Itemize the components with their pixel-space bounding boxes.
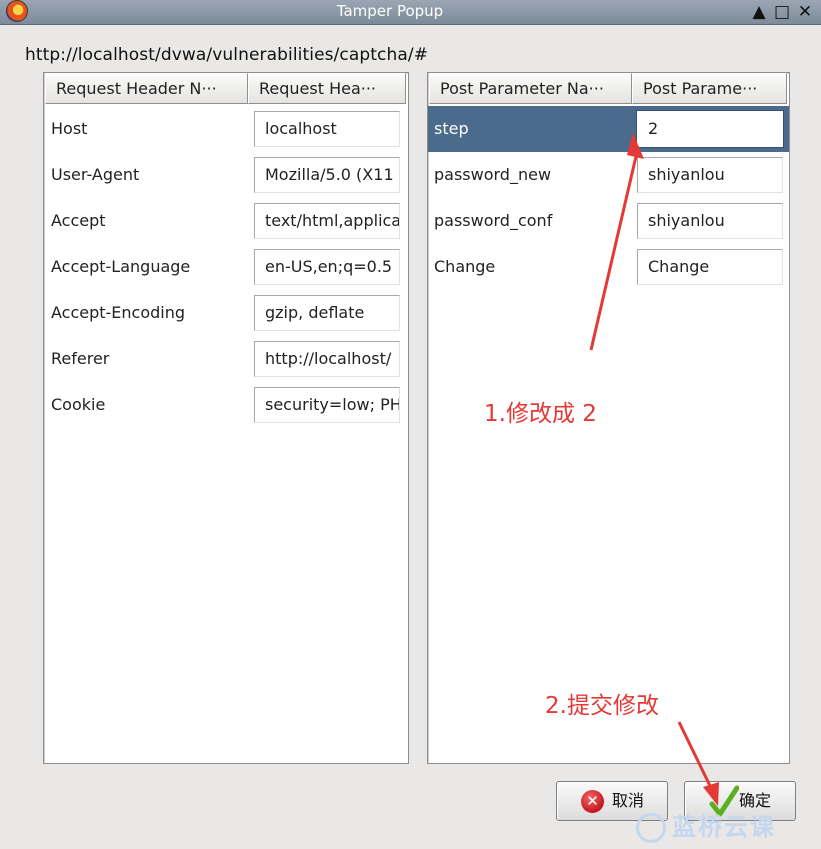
close-icon[interactable]: ✕ [795,2,815,22]
row-value-field[interactable]: http://localhost/ [254,341,400,377]
row-name: password_new [434,165,552,184]
row-value-field[interactable]: gzip, deflate [254,295,400,331]
column-header-param-value[interactable]: Post Parame··· [632,73,787,104]
row-name: Accept-Encoding [51,303,186,322]
table-row[interactable]: step 2 [428,106,789,152]
table-row[interactable]: Referer http://localhost/ [44,336,408,382]
table-row[interactable]: password_conf shiyanlou [428,198,789,244]
title-bar: Tamper Popup ▲ □ ✕ [0,0,821,25]
row-name: password_conf [434,211,553,230]
row-value-field[interactable]: shiyanlou [637,203,783,239]
row-name: User-Agent [51,165,140,184]
window-title: Tamper Popup [336,2,444,20]
row-value-field[interactable]: Change [637,249,783,285]
row-name: Referer [51,349,110,368]
table-row[interactable]: Cookie security=low; PH [44,382,408,428]
table-row[interactable]: Accept-Encoding gzip, deflate [44,290,408,336]
post-parameters-table: Post Parameter Na··· Post Parame··· step… [427,72,790,764]
annotation-step1: 1.修改成 2 [484,401,597,427]
column-header-header-value[interactable]: Request Hea··· [248,73,406,104]
watermark: 蓝桥云课 [636,807,776,843]
watermark-logo-icon [636,813,666,843]
row-name: Cookie [51,395,106,414]
table-row[interactable]: Accept text/html,applica [44,198,408,244]
annotation-step2: 2.提交修改 [545,693,659,719]
row-name: Host [51,119,88,138]
table-row[interactable]: Change Change [428,244,789,290]
table-row[interactable]: User-Agent Mozilla/5.0 (X11 [44,152,408,198]
row-name: Change [434,257,496,276]
maximize-icon[interactable]: □ [772,2,792,22]
row-value-field[interactable]: Mozilla/5.0 (X11 [254,157,400,193]
row-value-field[interactable]: text/html,applica [254,203,400,239]
column-header-header-name[interactable]: Request Header N··· [45,73,248,104]
cancel-icon: ✕ [581,790,604,813]
row-name: Accept [51,211,106,230]
row-value-field[interactable]: security=low; PH [254,387,400,423]
row-name: step [434,119,469,138]
row-name: Accept-Language [51,257,191,276]
watermark-text: 蓝桥云课 [672,813,776,841]
row-value-field[interactable]: localhost [254,111,400,147]
request-url: http://localhost/dvwa/vulnerabilities/ca… [25,45,429,65]
row-value-field[interactable]: shiyanlou [637,157,783,193]
row-value-field[interactable]: en-US,en;q=0.5 [254,249,400,285]
table-row[interactable]: Accept-Language en-US,en;q=0.5 [44,244,408,290]
column-header-param-name[interactable]: Post Parameter Na··· [429,73,632,104]
table-row[interactable]: Host localhost [44,106,408,152]
shade-window-icon[interactable]: ▲ [749,2,769,22]
row-value-field[interactable]: 2 [636,110,784,148]
request-headers-table: Request Header N··· Request Hea··· Host l… [43,72,409,764]
table-row[interactable]: password_new shiyanlou [428,152,789,198]
